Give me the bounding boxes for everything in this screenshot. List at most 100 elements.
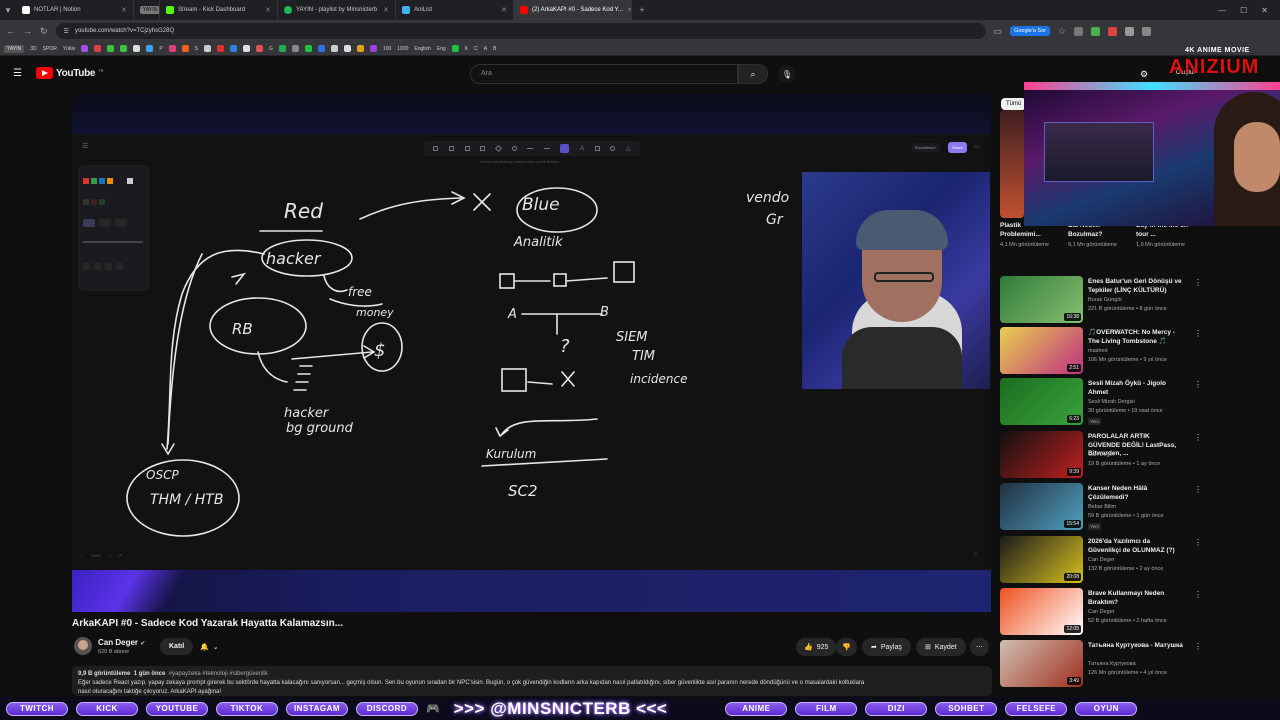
close-icon[interactable]: ✕ bbox=[383, 6, 389, 14]
sohbet-button[interactable]: SOHBET bbox=[935, 701, 998, 716]
felsefe-button[interactable]: FELSEFE bbox=[1005, 701, 1068, 716]
recommendation-item[interactable]: 9:39 PAROLALAR ARTIK GÜVENDE DEĞİL! LastP… bbox=[1000, 431, 1202, 479]
bookmark-icon[interactable] bbox=[81, 45, 89, 52]
bookmark-icon[interactable] bbox=[181, 45, 189, 52]
more-vert-icon[interactable]: ⋮ bbox=[1194, 538, 1202, 547]
extensions-puzzle-icon[interactable] bbox=[1142, 26, 1152, 36]
more-vert-icon[interactable]: ⋮ bbox=[1194, 433, 1202, 442]
more-vert-icon[interactable]: ⋮ bbox=[1194, 278, 1202, 287]
star-icon[interactable]: ☆ bbox=[1058, 26, 1066, 37]
bookmark[interactable]: C bbox=[474, 46, 478, 52]
tab-spotify[interactable]: YAYIN - playlist by Minsnicterb ✕ bbox=[278, 0, 396, 20]
bookmark[interactable]: Eng bbox=[437, 46, 446, 52]
video-thumbnail[interactable]: 3:49 bbox=[1000, 640, 1083, 687]
microphone-icon[interactable]: 🎙 bbox=[778, 65, 796, 83]
tab-youtube-active[interactable]: (2) ArkaKAPI #0 - Sadece Kod Y...✕ bbox=[514, 0, 632, 20]
bookmark[interactable]: P bbox=[159, 46, 162, 52]
recommendation-item[interactable]: 3:49 Татьяна Куртукова - Матушка Татьяна К… bbox=[1000, 640, 1202, 688]
bookmark[interactable]: English bbox=[414, 46, 430, 52]
close-icon[interactable]: ✕ bbox=[501, 6, 507, 14]
gear-icon[interactable]: ⚙ bbox=[1140, 69, 1148, 80]
instagram-button[interactable]: INSTAGAM bbox=[286, 701, 348, 716]
channel-name[interactable]: Can Deger ✔ bbox=[98, 638, 145, 647]
tab-group-yayin[interactable]: YAYIN bbox=[134, 0, 160, 20]
shelf-item[interactable]: Plastik Problemimi... 4,1 Mn görüntüleme bbox=[1000, 222, 1062, 250]
back-icon[interactable]: ← bbox=[6, 26, 15, 36]
recommendation-channel[interactable]: Bebar Bilim bbox=[1088, 504, 1116, 510]
bookmark[interactable]: S bbox=[195, 46, 198, 52]
minimize-icon[interactable]: — bbox=[1218, 6, 1226, 15]
channel-avatar[interactable] bbox=[74, 637, 92, 655]
shelf-item[interactable]: Bal Neden Bozulmaz?9,1 Mn görüntüleme bbox=[1068, 222, 1130, 250]
bookmark-icon[interactable] bbox=[230, 45, 238, 52]
recommendation-item[interactable]: 16:38 Enes Batur'un Geri Dönüşü ve Tepkil… bbox=[1000, 276, 1202, 324]
recommendation-item[interactable]: 20:08 2026'da Yazılımcı da Güvenlikçi de … bbox=[1000, 536, 1202, 584]
url-field[interactable]: ☰ youtube.com/watch?v=TCjzyhsG28Q bbox=[55, 23, 986, 39]
bookmark-icon[interactable] bbox=[304, 45, 312, 52]
recommendation-item[interactable]: 15:54 Kanser Neden Hâlâ Çözülemedi? Bebar … bbox=[1000, 483, 1202, 531]
video-thumbnail[interactable]: 6:23 bbox=[1000, 378, 1083, 425]
recommendation-item[interactable]: 12:05 Brave Kullanmayı Neden Bıraktım? Can… bbox=[1000, 588, 1202, 636]
tab-anilist[interactable]: AniList ✕ bbox=[396, 0, 514, 20]
kick-button[interactable]: KICK bbox=[76, 701, 138, 716]
bookmark-icon[interactable] bbox=[330, 45, 338, 52]
bookmark-icon[interactable] bbox=[120, 45, 128, 52]
extension-icon[interactable] bbox=[1074, 26, 1084, 36]
video-description[interactable]: 9,9 B görüntüleme 1 gün önce #yapayzeka … bbox=[72, 666, 992, 696]
recommendation-title[interactable]: Kanser Neden Hâlâ Çözülemedi? bbox=[1088, 485, 1183, 502]
tab-search-icon[interactable]: ▾ bbox=[0, 0, 16, 20]
new-tab-icon[interactable]: + bbox=[632, 0, 652, 20]
film-button[interactable]: FILM bbox=[795, 701, 858, 716]
bookmark[interactable]: A bbox=[484, 46, 487, 52]
video-thumbnail[interactable]: 12:05 bbox=[1000, 588, 1083, 635]
recommendation-title[interactable]: 🎵OVERWATCH: No Mercy - The Living Tombst… bbox=[1088, 329, 1183, 346]
bookmark-folder[interactable]: YAYIN bbox=[4, 44, 25, 53]
shelf-item[interactable]: Day in the life on tour ...1,9 Mn görünt… bbox=[1136, 222, 1198, 250]
recommendation-title[interactable]: Brave Kullanmayı Neden Bıraktım? bbox=[1088, 590, 1183, 607]
share-video-button[interactable]: ➦ Paylaş bbox=[862, 638, 911, 656]
bookmark-icon[interactable] bbox=[291, 45, 299, 52]
bookmark-icon[interactable] bbox=[451, 45, 459, 52]
recommendation-item[interactable]: 2:51 🎵OVERWATCH: No Mercy - The Living To… bbox=[1000, 327, 1202, 375]
bookmark-icon[interactable] bbox=[343, 45, 351, 52]
discord-button[interactable]: DISCORD bbox=[356, 701, 418, 716]
recommendation-title[interactable]: Enes Batur'un Geri Dönüşü ve Tepkiler (L… bbox=[1088, 278, 1183, 295]
maximize-icon[interactable]: ☐ bbox=[1240, 6, 1247, 15]
more-vert-icon[interactable]: ⋮ bbox=[1194, 590, 1202, 599]
tab-notion[interactable]: NOTLAR | Notion ✕ bbox=[16, 0, 134, 20]
cast-icon[interactable]: ▭ bbox=[994, 26, 1003, 37]
reload-icon[interactable]: ↻ bbox=[40, 26, 48, 37]
shelf-thumbnail[interactable] bbox=[1000, 110, 1024, 218]
youtube-button[interactable]: YOUTUBE bbox=[146, 701, 208, 716]
dizi-button[interactable]: DIZI bbox=[865, 701, 928, 716]
bookmark-icon[interactable] bbox=[369, 45, 377, 52]
more-actions-button[interactable]: ⋯ bbox=[970, 638, 989, 656]
bookmark-icon[interactable] bbox=[317, 45, 325, 52]
video-thumbnail[interactable]: 20:08 bbox=[1000, 536, 1083, 583]
recommendation-channel[interactable]: Sesli Mizah Dergisi bbox=[1088, 399, 1135, 405]
anime-button[interactable]: ANIME bbox=[725, 701, 788, 716]
video-thumbnail[interactable]: 16:38 bbox=[1000, 276, 1083, 323]
like-button[interactable]: 👍 925 bbox=[796, 638, 837, 656]
bookmark-icon[interactable] bbox=[217, 45, 225, 52]
close-icon[interactable]: ✕ bbox=[265, 6, 271, 14]
filter-chip-all[interactable]: Tümü bbox=[1001, 98, 1027, 110]
search-input[interactable]: Ara bbox=[470, 64, 738, 84]
bookmark-icon[interactable] bbox=[107, 45, 115, 52]
bookmark-icon[interactable] bbox=[133, 45, 141, 52]
recommendation-item[interactable]: 6:23 Sesli Mizah Öykü - Jigolo Ahmet Sesli… bbox=[1000, 378, 1202, 426]
bookmark-icon[interactable] bbox=[204, 45, 212, 52]
bookmark[interactable]: 100 bbox=[383, 46, 391, 52]
forward-icon[interactable]: → bbox=[23, 26, 32, 36]
video-thumbnail[interactable]: 15:54 bbox=[1000, 483, 1083, 530]
save-button[interactable]: ⊞ Kaydet bbox=[916, 638, 966, 656]
notification-bell-button[interactable]: 🔔 ⌄ bbox=[191, 638, 228, 656]
more-vert-icon[interactable]: ⋮ bbox=[1194, 485, 1202, 494]
bookmark[interactable]: G bbox=[269, 46, 273, 52]
tiktok-button[interactable]: TIKTOK bbox=[216, 701, 278, 716]
bookmark-icon[interactable] bbox=[94, 45, 102, 52]
more-vert-icon[interactable]: ⋮ bbox=[1194, 329, 1202, 338]
site-info-icon[interactable]: ☰ bbox=[64, 28, 69, 35]
recommendation-title[interactable]: Татьяна Куртукова - Матушка bbox=[1088, 642, 1183, 651]
bookmark-icon[interactable] bbox=[278, 45, 286, 52]
